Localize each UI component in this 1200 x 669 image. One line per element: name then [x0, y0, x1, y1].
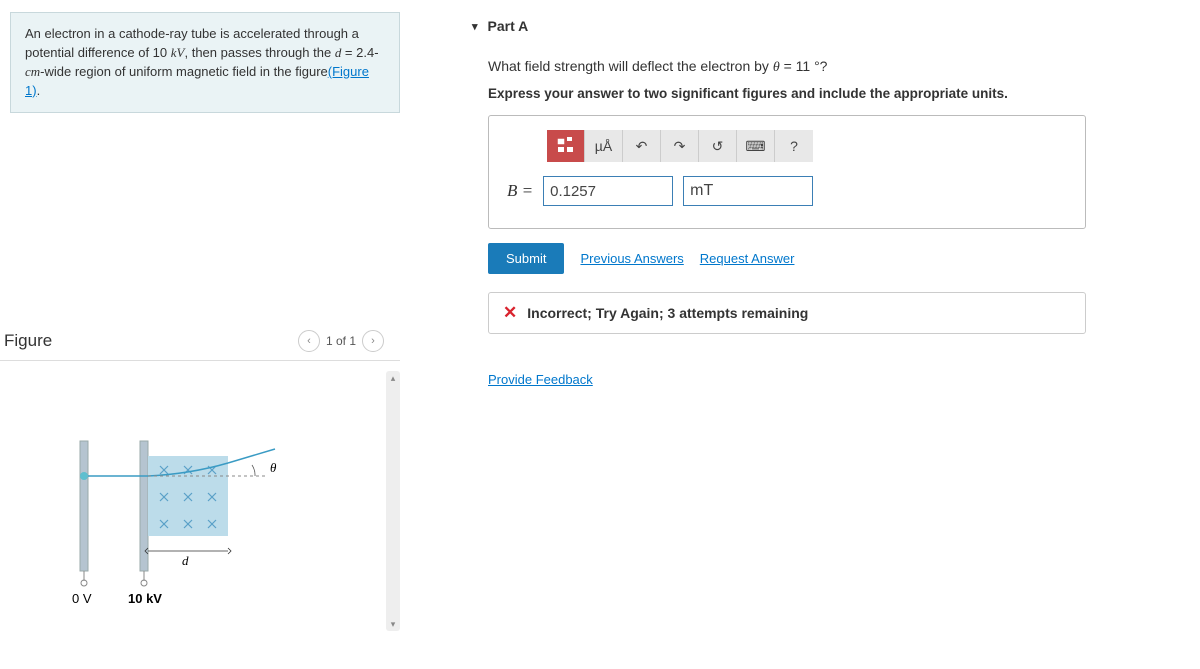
- figure-section: Figure ‹ 1 of 1 › ▴ ▾: [0, 330, 400, 641]
- scroll-up-icon[interactable]: ▴: [386, 371, 400, 385]
- submit-button[interactable]: Submit: [488, 243, 564, 274]
- figure-scrollbar[interactable]: ▴ ▾: [386, 371, 400, 631]
- templates-button[interactable]: [547, 130, 585, 162]
- svg-text:θ: θ: [270, 460, 277, 475]
- instruction-text: Express your answer to two significant f…: [488, 86, 1196, 101]
- previous-answers-link[interactable]: Previous Answers: [580, 251, 683, 266]
- feedback-text: Incorrect; Try Again; 3 attempts remaini…: [527, 305, 808, 321]
- keyboard-button[interactable]: ⌨: [737, 130, 775, 162]
- part-label: Part A: [488, 18, 529, 34]
- units-button[interactable]: µÅ: [585, 130, 623, 162]
- svg-text:0 V: 0 V: [72, 591, 92, 606]
- scroll-down-icon[interactable]: ▾: [386, 617, 400, 631]
- help-button[interactable]: ?: [775, 130, 813, 162]
- svg-text:d: d: [182, 553, 189, 568]
- answer-toolbar: µÅ ↶ ↷ ↺ ⌨ ?: [547, 130, 813, 162]
- answer-value-input[interactable]: [543, 176, 673, 206]
- templates-icon: [556, 137, 576, 155]
- answer-unit-input[interactable]: mT: [683, 176, 813, 206]
- figure-nav-label: 1 of 1: [326, 334, 356, 348]
- undo-button[interactable]: ↶: [623, 130, 661, 162]
- figure-heading: Figure: [4, 331, 52, 351]
- feedback-box: ✕ Incorrect; Try Again; 3 attempts remai…: [488, 292, 1086, 334]
- figure-prev-button[interactable]: ‹: [298, 330, 320, 352]
- figure-nav: ‹ 1 of 1 ›: [298, 330, 384, 352]
- answer-variable: B =: [507, 181, 533, 201]
- collapse-caret-icon: ▾: [472, 20, 478, 33]
- part-header[interactable]: ▾ Part A: [436, 0, 1196, 44]
- figure-next-button[interactable]: ›: [362, 330, 384, 352]
- redo-button[interactable]: ↷: [661, 130, 699, 162]
- answer-frame: µÅ ↶ ↷ ↺ ⌨ ? B = mT: [488, 115, 1086, 229]
- svg-text:10 kV: 10 kV: [128, 591, 162, 606]
- provide-feedback-link[interactable]: Provide Feedback: [488, 372, 593, 387]
- request-answer-link[interactable]: Request Answer: [700, 251, 795, 266]
- question-text: What field strength will deflect the ele…: [488, 58, 1196, 76]
- incorrect-icon: ✕: [503, 303, 517, 323]
- problem-statement: An electron in a cathode-ray tube is acc…: [10, 12, 400, 113]
- figure-diagram: θ d 0 V 10 kV: [60, 421, 320, 621]
- reset-button[interactable]: ↺: [699, 130, 737, 162]
